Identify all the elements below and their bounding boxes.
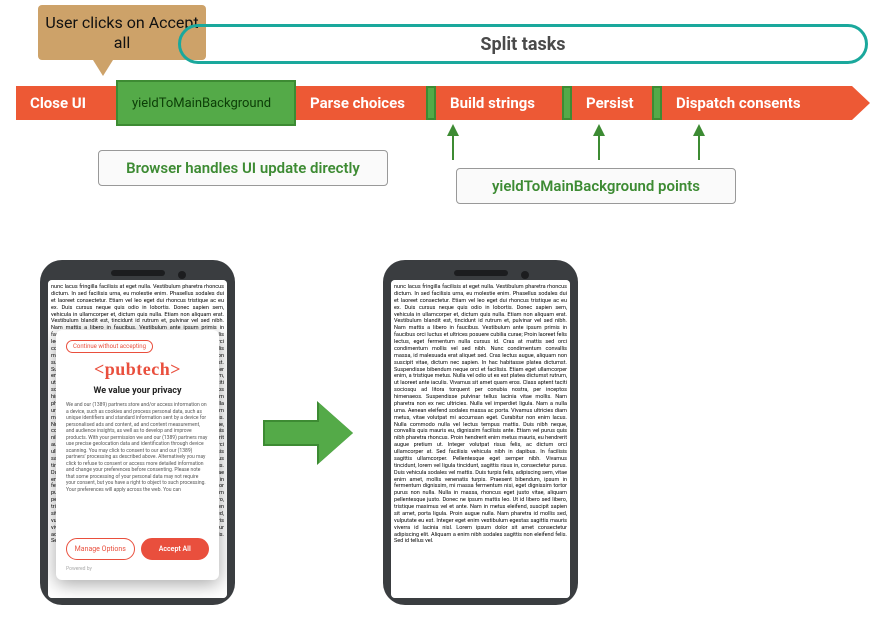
segment-label: Parse choices bbox=[310, 94, 405, 112]
segment-persist: Persist bbox=[572, 86, 652, 120]
segment-label: Close UI bbox=[30, 94, 86, 112]
consent-modal: Continue without accepting <pubtech> We … bbox=[56, 330, 219, 580]
accept-all-button[interactable]: Accept All bbox=[141, 538, 210, 560]
note-text: Browser handles UI update directly bbox=[126, 159, 360, 177]
phone-after: nunc lacus fringilla facilisis at eget n… bbox=[383, 260, 578, 605]
split-tasks-label: Split tasks bbox=[480, 34, 565, 55]
segment-label: Build strings bbox=[450, 94, 535, 112]
phone-camera-icon bbox=[178, 271, 186, 279]
segment-dispatch: Dispatch consents bbox=[662, 86, 852, 120]
phone-camera-icon bbox=[521, 271, 529, 279]
pubtech-logo: <pubtech> bbox=[66, 359, 209, 380]
segment-yield-main: yieldToMainBackground bbox=[116, 80, 296, 126]
timeline-arrowhead-icon bbox=[852, 86, 870, 120]
arrow-up-icon bbox=[593, 124, 605, 136]
modal-title: We value your privacy bbox=[66, 386, 209, 396]
segment-parse: Parse choices bbox=[296, 86, 426, 120]
arrow-up-icon bbox=[693, 124, 705, 136]
powered-by-text: Powered by bbox=[66, 566, 209, 572]
note-yield-points: yieldToMainBackground points bbox=[456, 168, 736, 204]
yield-tick-1 bbox=[426, 86, 436, 120]
phone-screen: nunc lacus fringilla facilisis at eget n… bbox=[48, 280, 227, 598]
modal-body-text: We and our (1389) partners store and/or … bbox=[66, 402, 209, 532]
phones-row: nunc lacus fringilla facilisis at eget n… bbox=[40, 260, 578, 605]
article-text: nunc lacus fringilla facilisis at eget n… bbox=[391, 280, 570, 598]
segment-build: Build strings bbox=[436, 86, 562, 120]
arrow-up-icon bbox=[447, 124, 459, 136]
yield-tick-3 bbox=[652, 86, 662, 120]
segment-label: Dispatch consents bbox=[676, 94, 801, 112]
transition-arrow-icon bbox=[263, 403, 355, 463]
phone-speaker-icon bbox=[454, 270, 508, 276]
phone-speaker-icon bbox=[111, 270, 165, 276]
split-tasks-pill: Split tasks bbox=[178, 24, 868, 64]
manage-options-button[interactable]: Manage Options bbox=[66, 538, 135, 560]
phone-before: nunc lacus fringilla facilisis at eget n… bbox=[40, 260, 235, 605]
timeline: Close UI yieldToMainBackground Parse cho… bbox=[16, 86, 870, 120]
modal-button-row: Manage Options Accept All bbox=[66, 538, 209, 560]
phone-screen: nunc lacus fringilla facilisis at eget n… bbox=[391, 280, 570, 598]
segment-close-ui: Close UI bbox=[16, 86, 116, 120]
note-browser-handles: Browser handles UI update directly bbox=[98, 150, 388, 186]
segment-label: yieldToMainBackground bbox=[132, 96, 271, 111]
segment-label: Persist bbox=[586, 94, 634, 112]
yield-tick-2 bbox=[562, 86, 572, 120]
note-text: yieldToMainBackground points bbox=[492, 177, 700, 195]
continue-without-link[interactable]: Continue without accepting bbox=[66, 340, 153, 353]
